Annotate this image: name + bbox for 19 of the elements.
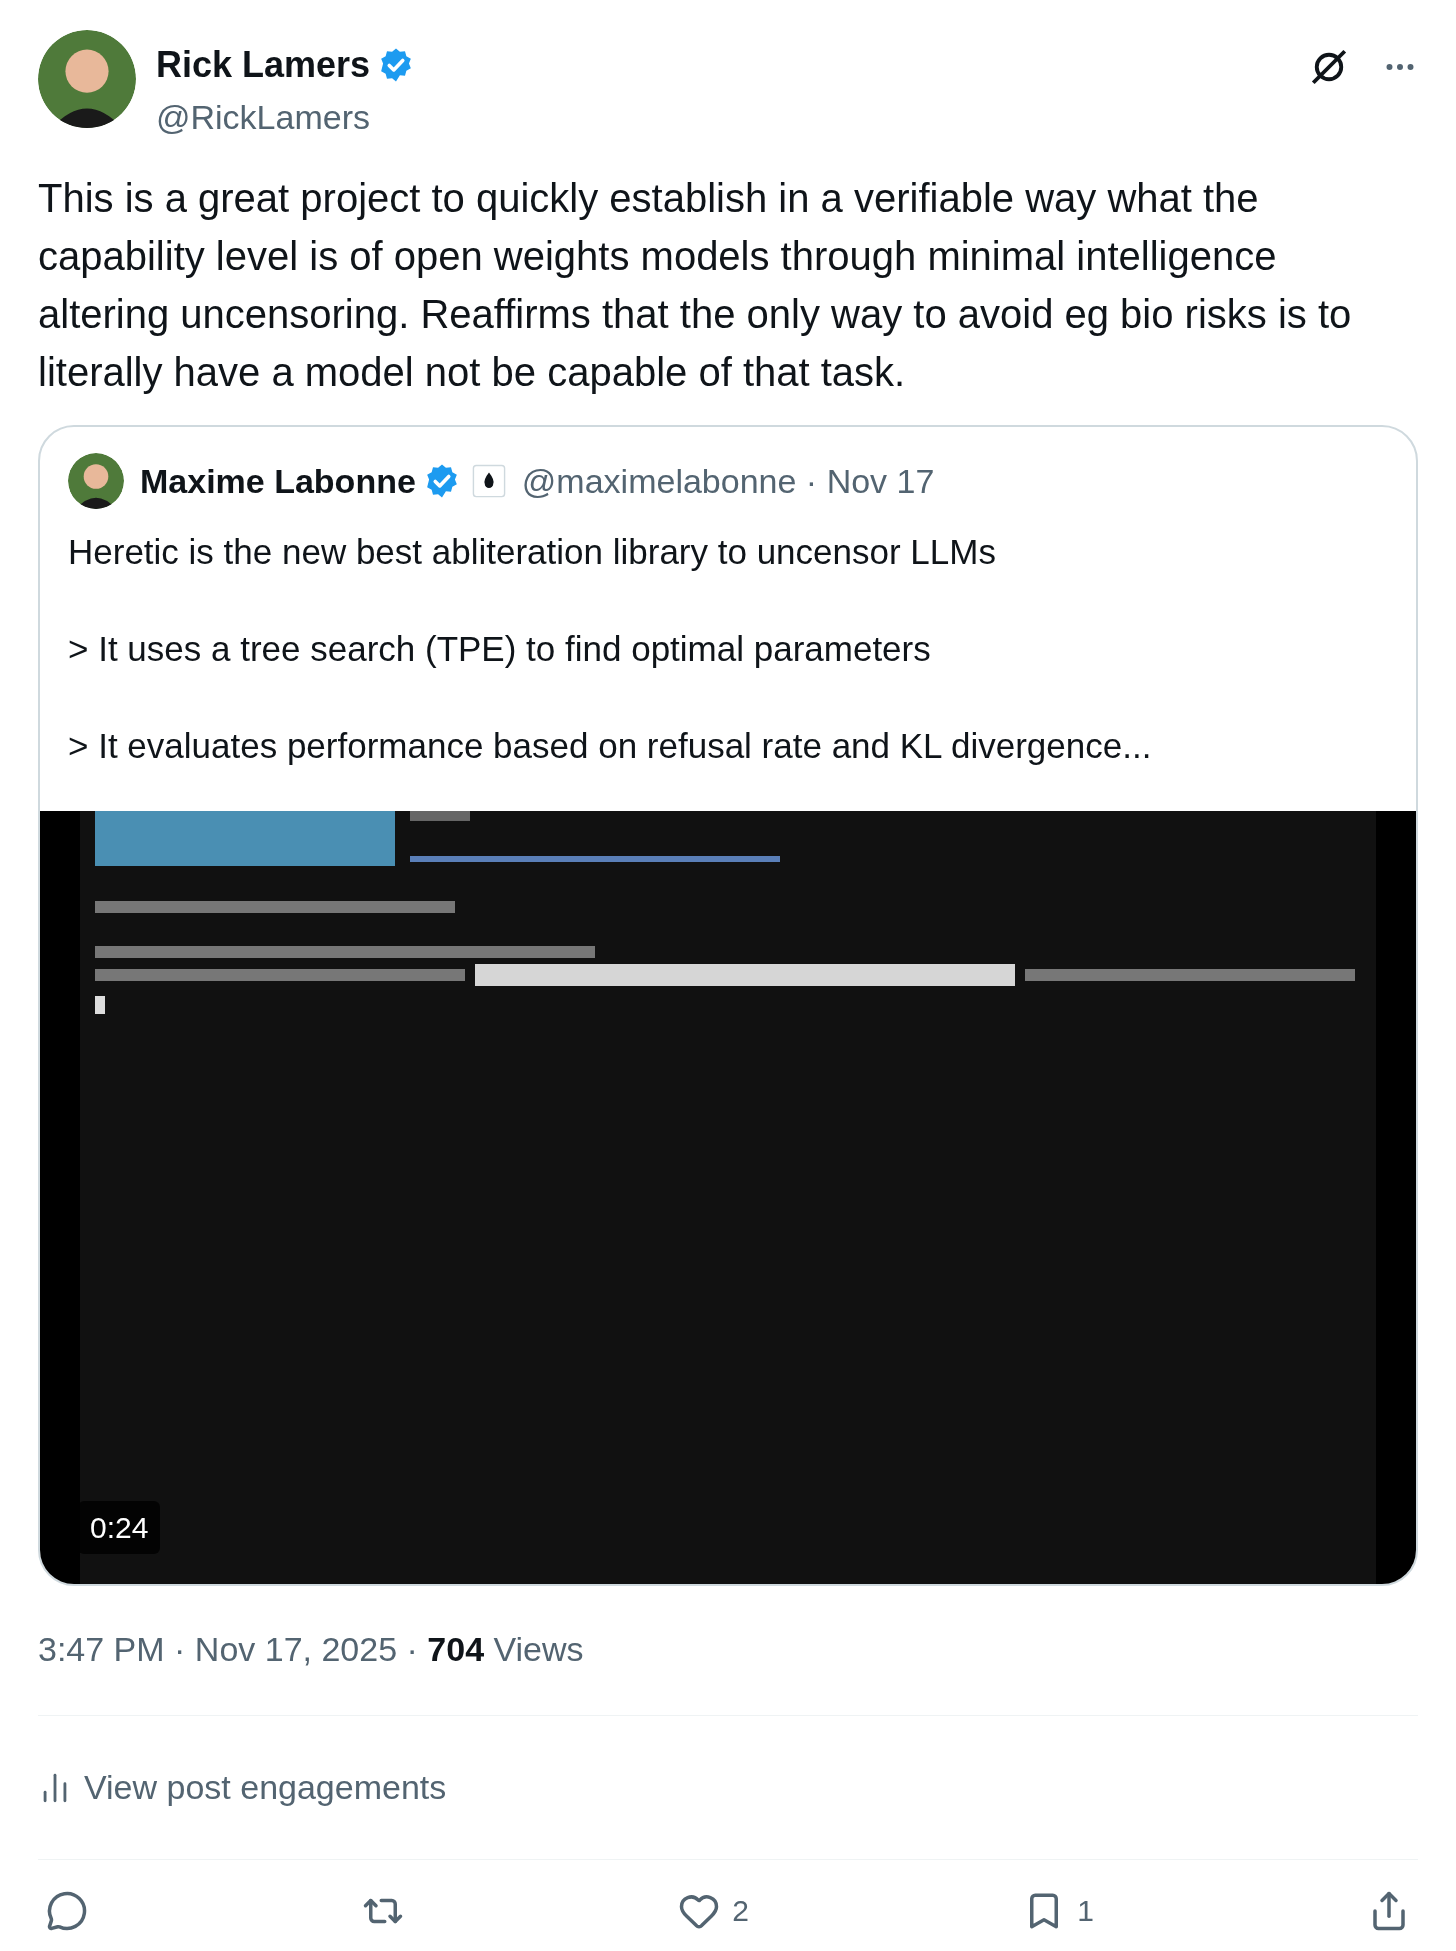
quote-paragraph: Heretic is the new best abliteration library to uncensor LLMs <box>68 531 997 573</box>
like-button[interactable]: 2 <box>678 1888 749 1933</box>
author-handle[interactable]: @RickLamers <box>156 92 1288 143</box>
affiliate-badge-icon <box>471 464 506 498</box>
view-engagements-link[interactable]: View post engagements <box>38 1716 1418 1859</box>
post-text: This is a great project to quickly establish in a verifiable way what the capability level is of open weights models through minimal intelligence altering uncensoring. Reaffirms that the only way to avoid eg bio risks is to literally have a model not be capable of that task. <box>38 175 1353 396</box>
quote-author-name[interactable]: Maxime Labonne <box>140 455 416 507</box>
reply-button[interactable] <box>46 1889 88 1932</box>
video-duration: 0:24 <box>78 1501 161 1554</box>
reply-icon <box>46 1889 88 1932</box>
avatar-icon[interactable] <box>38 30 136 128</box>
author-name[interactable]: Rick Lamers <box>156 38 371 92</box>
post-meta: 3:47 PM · Nov 17, 2025 · 704 Views <box>38 1629 585 1670</box>
quote-paragraph: > It uses a tree search (TPE) to find optimal parameters <box>68 628 932 670</box>
quote-card[interactable] <box>38 425 1418 1586</box>
bookmark-button[interactable]: 1 <box>1023 1888 1094 1933</box>
quote-handle-date: @maximelabonne · Nov 17 <box>521 460 935 502</box>
quote-paragraph: > It evaluates performance based on refusal rate and KL divergence... <box>68 725 1153 767</box>
avatar-icon[interactable] <box>68 453 124 509</box>
